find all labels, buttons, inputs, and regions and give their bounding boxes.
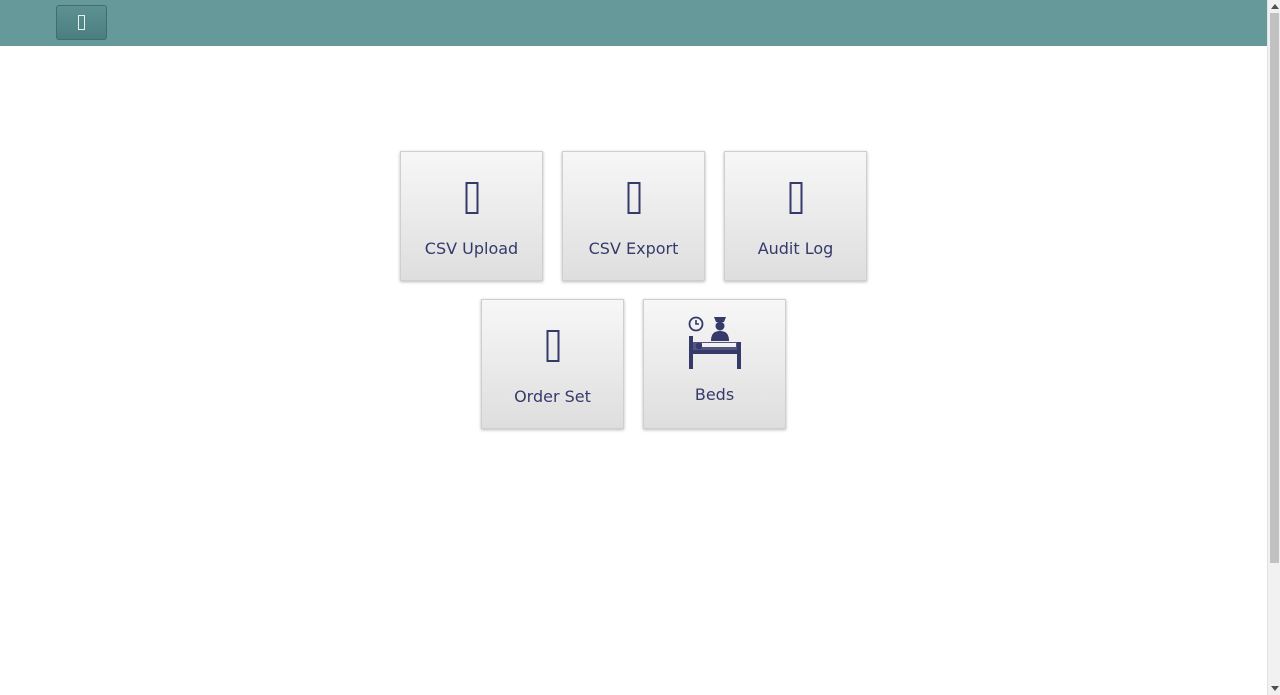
upload-icon bbox=[465, 182, 478, 214]
hospital-bed-icon bbox=[688, 316, 741, 369]
menu-icon bbox=[78, 15, 85, 30]
tile-label: Beds bbox=[694, 385, 735, 404]
list-icon bbox=[546, 330, 559, 362]
beds-tile[interactable]: Beds bbox=[643, 299, 786, 429]
csv-upload-tile[interactable]: CSV Upload bbox=[400, 151, 543, 281]
log-icon bbox=[789, 182, 802, 214]
tile-label: CSV Export bbox=[588, 239, 679, 258]
menu-button[interactable] bbox=[56, 5, 107, 40]
csv-export-tile[interactable]: CSV Export bbox=[562, 151, 705, 281]
tile-label: Audit Log bbox=[757, 239, 834, 258]
tile-label: Order Set bbox=[514, 387, 591, 406]
order-set-tile[interactable]: Order Set bbox=[481, 299, 624, 429]
scroll-down-arrow[interactable] bbox=[1268, 682, 1280, 695]
scroll-up-arrow[interactable] bbox=[1268, 0, 1280, 13]
scroll-thumb[interactable] bbox=[1270, 13, 1279, 563]
audit-log-tile[interactable]: Audit Log bbox=[724, 151, 867, 281]
tile-label: CSV Upload bbox=[424, 239, 519, 258]
vertical-scrollbar[interactable] bbox=[1267, 0, 1280, 695]
download-icon bbox=[627, 182, 640, 214]
top-navbar bbox=[0, 0, 1267, 46]
